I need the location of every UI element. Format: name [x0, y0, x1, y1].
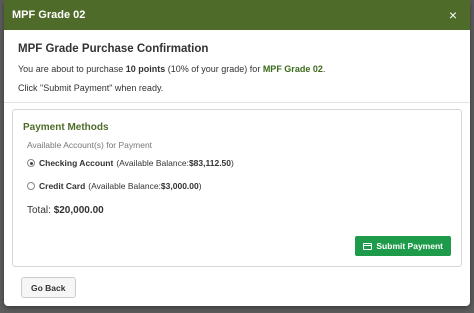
credit-card-icon: [363, 242, 373, 250]
total-value: $20,000.00: [53, 205, 104, 216]
submit-label: Submit Payment: [376, 241, 443, 251]
option-detail-suffix: ): [198, 181, 202, 191]
summary-points: 10 points: [125, 64, 166, 74]
summary-middle: (10% of your grade) for: [165, 64, 263, 74]
option-name: Credit Card: [39, 181, 86, 191]
total-label: Total:: [27, 205, 54, 216]
confirmation-heading: MPF Grade Purchase Confirmation: [18, 43, 209, 55]
modal-title: MPF Grade 02: [12, 9, 86, 21]
payment-methods-title: Payment Methods: [23, 122, 109, 133]
go-back-button[interactable]: Go Back: [21, 277, 76, 298]
modal-header: MPF Grade 02 ×: [4, 0, 470, 30]
payment-methods-panel: Payment Methods Available Account(s) for…: [12, 109, 462, 267]
payment-option-checking[interactable]: Checking Account (Available Balance: $83…: [27, 158, 451, 168]
option-detail-prefix: (Available Balance:: [88, 181, 161, 191]
option-balance: $3,000.00: [160, 181, 199, 191]
divider: [4, 102, 470, 103]
total-amount: Total: $20,000.00: [27, 205, 451, 216]
option-balance: $83,112.50: [188, 158, 232, 168]
summary-grade: MPF Grade 02: [262, 64, 323, 74]
payment-option-credit-card[interactable]: Credit Card (Available Balance: $3,000.0…: [27, 181, 451, 191]
radio-checking[interactable]: [27, 159, 35, 167]
summary-suffix: .: [322, 64, 326, 74]
close-icon[interactable]: ×: [446, 8, 460, 22]
option-detail-suffix: ): [231, 158, 234, 168]
confirmation-intro: MPF Grade Purchase Confirmation You are …: [4, 30, 470, 93]
purchase-summary: You are about to purchase 10 points (10%…: [18, 64, 456, 74]
purchase-confirmation-modal: MPF Grade 02 × MPF Grade Purchase Confir…: [4, 0, 470, 306]
option-name: Checking Account: [39, 158, 114, 168]
submit-payment-button[interactable]: Submit Payment: [355, 236, 451, 256]
submit-instruction: Click "Submit Payment" when ready.: [18, 83, 164, 93]
summary-prefix: You are about to purchase: [18, 64, 126, 74]
payment-methods-subtitle: Available Account(s) for Payment: [27, 140, 153, 150]
radio-credit-card[interactable]: [27, 182, 35, 190]
option-detail-prefix: (Available Balance:: [116, 158, 189, 168]
